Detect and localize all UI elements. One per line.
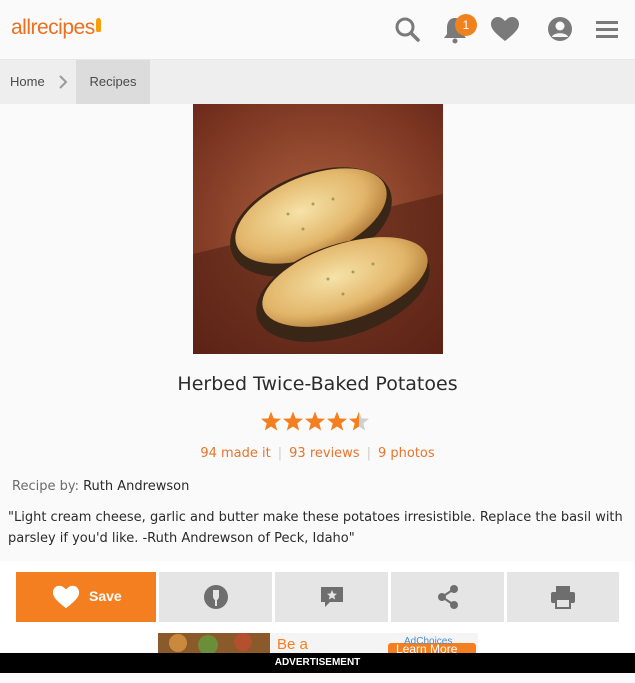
adchoices-label: AdChoices bbox=[404, 636, 452, 647]
rating-star bbox=[305, 411, 325, 431]
rating-star bbox=[261, 411, 281, 431]
share-icon bbox=[437, 585, 458, 609]
recipe-byline: Recipe by: Ruth Andrewson bbox=[12, 479, 189, 494]
made-it-button[interactable] bbox=[159, 572, 272, 622]
save-button[interactable]: Save bbox=[16, 572, 156, 622]
author-link[interactable]: Ruth Andrewson bbox=[83, 479, 189, 494]
rating-star bbox=[283, 411, 303, 431]
heart-icon bbox=[52, 585, 80, 609]
made-it-link[interactable]: 94 made it bbox=[200, 446, 270, 461]
heart-icon[interactable] bbox=[489, 14, 519, 44]
reviews-link[interactable]: 93 reviews bbox=[289, 446, 359, 461]
top-header: allrecipes 1 bbox=[0, 0, 635, 60]
recipe-photo[interactable] bbox=[193, 104, 443, 354]
print-button[interactable] bbox=[507, 572, 619, 622]
ad-headline: Be a bbox=[277, 636, 309, 653]
breadcrumb-home[interactable]: Home bbox=[10, 74, 45, 89]
menu-icon[interactable] bbox=[594, 14, 624, 44]
print-icon bbox=[551, 586, 575, 609]
made-it-icon bbox=[203, 585, 228, 609]
byline-label: Recipe by: bbox=[12, 479, 79, 494]
recipe-description: "Light cream cheese, garlic and butter m… bbox=[8, 510, 623, 546]
breadcrumb-recipes[interactable]: Recipes bbox=[76, 60, 150, 104]
review-icon bbox=[320, 587, 343, 607]
rating-star bbox=[327, 411, 347, 431]
advertisement-banner[interactable]: Be a Learn More AdChoices bbox=[158, 633, 478, 653]
share-button[interactable] bbox=[391, 572, 504, 622]
star-rating[interactable] bbox=[260, 410, 372, 434]
profile-icon[interactable] bbox=[545, 14, 575, 44]
save-label: Save bbox=[89, 588, 122, 604]
search-icon[interactable] bbox=[393, 14, 423, 44]
advertisement-label: ADVERTISEMENT bbox=[0, 653, 635, 673]
chevron-right-icon bbox=[59, 75, 68, 89]
breadcrumb: Home Recipes bbox=[0, 60, 635, 104]
recipe-stats: 94 made it | 93 reviews | 9 photos bbox=[200, 446, 435, 461]
rating-star bbox=[349, 411, 369, 431]
recipe-title: Herbed Twice-Baked Potatoes bbox=[177, 373, 458, 395]
notification-badge: 1 bbox=[455, 14, 477, 36]
review-button[interactable] bbox=[275, 572, 388, 622]
allrecipes-logo[interactable]: allrecipes bbox=[11, 16, 101, 40]
photos-link[interactable]: 9 photos bbox=[378, 446, 435, 461]
